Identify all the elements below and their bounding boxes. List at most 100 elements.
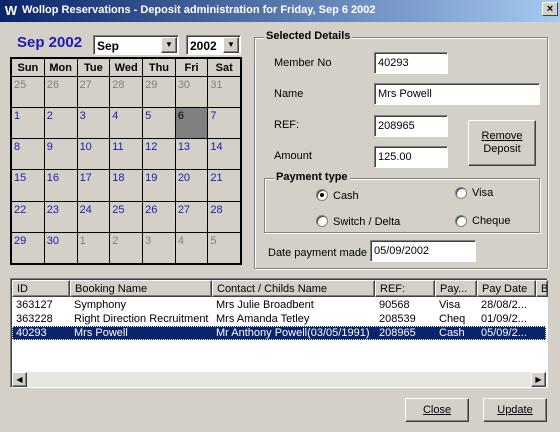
grid-column-header[interactable]: Pay Date	[477, 280, 536, 297]
calendar-day[interactable]: 8	[11, 138, 45, 171]
radio-cheque-label[interactable]: Cheque	[472, 215, 511, 227]
calendar-day[interactable]: 3	[76, 107, 111, 140]
calendar-day[interactable]: 13	[174, 138, 209, 171]
calendar-day[interactable]: 28	[207, 200, 241, 233]
radio-visa[interactable]	[455, 187, 467, 199]
radio-cash[interactable]	[316, 189, 328, 201]
calendar-day[interactable]: 9	[43, 138, 78, 171]
close-window-button[interactable]: ×	[542, 2, 558, 16]
calendar-day[interactable]: 28	[109, 75, 144, 109]
radio-switch-delta-label[interactable]: Switch / Delta	[333, 216, 400, 228]
calendar-day[interactable]: 10	[76, 138, 111, 171]
calendar-day[interactable]: 23	[43, 200, 78, 233]
calendar-day[interactable]: 26	[142, 200, 176, 233]
calendar-day[interactable]: 11	[109, 138, 144, 171]
scroll-left-icon[interactable]: ◀	[12, 372, 27, 387]
update-button[interactable]: Update	[483, 398, 547, 422]
table-cell: Mrs Amanda Tetley	[216, 313, 310, 325]
calendar-day[interactable]: 30	[43, 231, 78, 265]
calendar-day[interactable]: 26	[43, 75, 78, 109]
calendar-day[interactable]: 21	[207, 169, 241, 202]
calendar-day[interactable]: 2	[109, 231, 144, 265]
year-select[interactable]: 2002 ▼	[186, 35, 241, 55]
table-cell: 208965	[379, 327, 416, 339]
calendar-day-selected[interactable]: 6	[174, 107, 209, 140]
table-cell: 90568	[379, 299, 410, 311]
table-cell: Cheq	[439, 313, 466, 325]
calendar-day[interactable]: 24	[76, 200, 111, 233]
weekday-header: Fri	[174, 58, 209, 77]
date-payment-label: Date payment made	[268, 247, 368, 259]
selected-details-legend: Selected Details	[264, 30, 353, 42]
weekday-header: Thu	[142, 58, 176, 77]
calendar-day[interactable]: 5	[142, 107, 176, 140]
grid-column-header[interactable]: B	[536, 280, 548, 297]
window-title: Wollop Reservations - Deposit administra…	[22, 4, 376, 16]
calendar-day[interactable]: 31	[207, 75, 241, 109]
horizontal-scrollbar[interactable]: ◀ ▶	[12, 372, 546, 387]
calendar-day[interactable]: 7	[207, 107, 241, 140]
calendar-day[interactable]: 4	[109, 107, 144, 140]
calendar-day[interactable]: 20	[174, 169, 209, 202]
calendar-day[interactable]: 1	[11, 107, 45, 140]
calendar-day[interactable]: 18	[109, 169, 144, 202]
date-payment-field[interactable]: 05/09/2002	[370, 240, 476, 262]
remove-deposit-label-line1: Remove	[481, 130, 523, 142]
calendar-day[interactable]: 25	[109, 200, 144, 233]
calendar-week-row: 22 23 24 25 26 27 28	[11, 200, 241, 233]
calendar-grid: Sun Mon Tue Wed Thu Fri Sat 25 26 27 28 29 30 31 1 2 3 4…	[10, 57, 242, 265]
calendar-day[interactable]: 30	[174, 75, 209, 109]
calendar-day[interactable]: 14	[207, 138, 241, 171]
weekday-header: Tue	[76, 58, 111, 77]
ref-field[interactable]: 208965	[374, 115, 448, 137]
grid-column-header[interactable]: Booking Name	[70, 280, 212, 297]
scroll-right-icon[interactable]: ▶	[531, 372, 546, 387]
grid-column-header[interactable]: ID	[12, 280, 70, 297]
payment-type-legend: Payment type	[274, 171, 350, 183]
chevron-down-icon[interactable]: ▼	[161, 37, 177, 53]
calendar-day[interactable]: 2	[43, 107, 78, 140]
grid-column-header[interactable]: REF:	[375, 280, 435, 297]
calendar-day[interactable]: 22	[11, 200, 45, 233]
ref-label: REF:	[274, 119, 300, 131]
chevron-down-icon[interactable]: ▼	[223, 37, 239, 53]
table-row[interactable]: 363127 Symphony Mrs Julie Broadbent 90568 Vi…	[12, 298, 546, 312]
title-bar[interactable]: W Wollop Reservations - Deposit administ…	[0, 0, 560, 22]
calendar-week-row: 15 16 17 18 19 20 21	[11, 169, 241, 202]
radio-cheque[interactable]	[455, 215, 467, 227]
calendar-day[interactable]: 29	[11, 231, 45, 265]
table-cell: 363228	[16, 313, 53, 325]
close-button[interactable]: Close	[405, 398, 469, 422]
calendar-day[interactable]: 1	[76, 231, 111, 265]
calendar-day[interactable]: 17	[76, 169, 111, 202]
month-select[interactable]: Sep ▼	[93, 35, 179, 55]
calendar-day[interactable]: 5	[207, 231, 241, 265]
calendar-day[interactable]: 25	[11, 75, 45, 109]
table-cell: Cash	[439, 327, 465, 339]
deposits-grid[interactable]: ID Booking Name Contact / Childs Name REF: P…	[10, 278, 548, 388]
table-cell: 28/08/2...	[481, 299, 527, 311]
amount-field[interactable]: 125.00	[374, 146, 448, 168]
table-row-selected[interactable]: 40293 Mrs Powell Mr Anthony Powell(03/05/1…	[12, 326, 546, 340]
grid-column-header[interactable]: Contact / Childs Name	[212, 280, 375, 297]
table-row[interactable]: 363228 Right Direction Recruitment Mrs Ama…	[12, 312, 546, 326]
update-button-label: Update	[497, 404, 533, 416]
calendar-day[interactable]: 16	[43, 169, 78, 202]
calendar-day[interactable]: 27	[76, 75, 111, 109]
calendar-day[interactable]: 4	[174, 231, 209, 265]
calendar-day[interactable]: 29	[142, 75, 176, 109]
radio-cash-label[interactable]: Cash	[333, 190, 359, 202]
calendar-day[interactable]: 27	[174, 200, 209, 233]
table-cell: 01/09/2...	[481, 313, 527, 325]
calendar-day[interactable]: 19	[142, 169, 176, 202]
amount-label: Amount	[274, 150, 312, 162]
calendar-day[interactable]: 3	[142, 231, 176, 265]
calendar-day[interactable]: 15	[11, 169, 45, 202]
remove-deposit-button[interactable]: Remove Deposit	[468, 120, 536, 166]
calendar-day[interactable]: 12	[142, 138, 176, 171]
radio-visa-label[interactable]: Visa	[472, 187, 493, 199]
name-field[interactable]: Mrs Powell	[374, 83, 540, 105]
member-no-field[interactable]: 40293	[374, 52, 448, 74]
grid-column-header[interactable]: Pay...	[435, 280, 477, 297]
radio-switch-delta[interactable]	[316, 215, 328, 227]
